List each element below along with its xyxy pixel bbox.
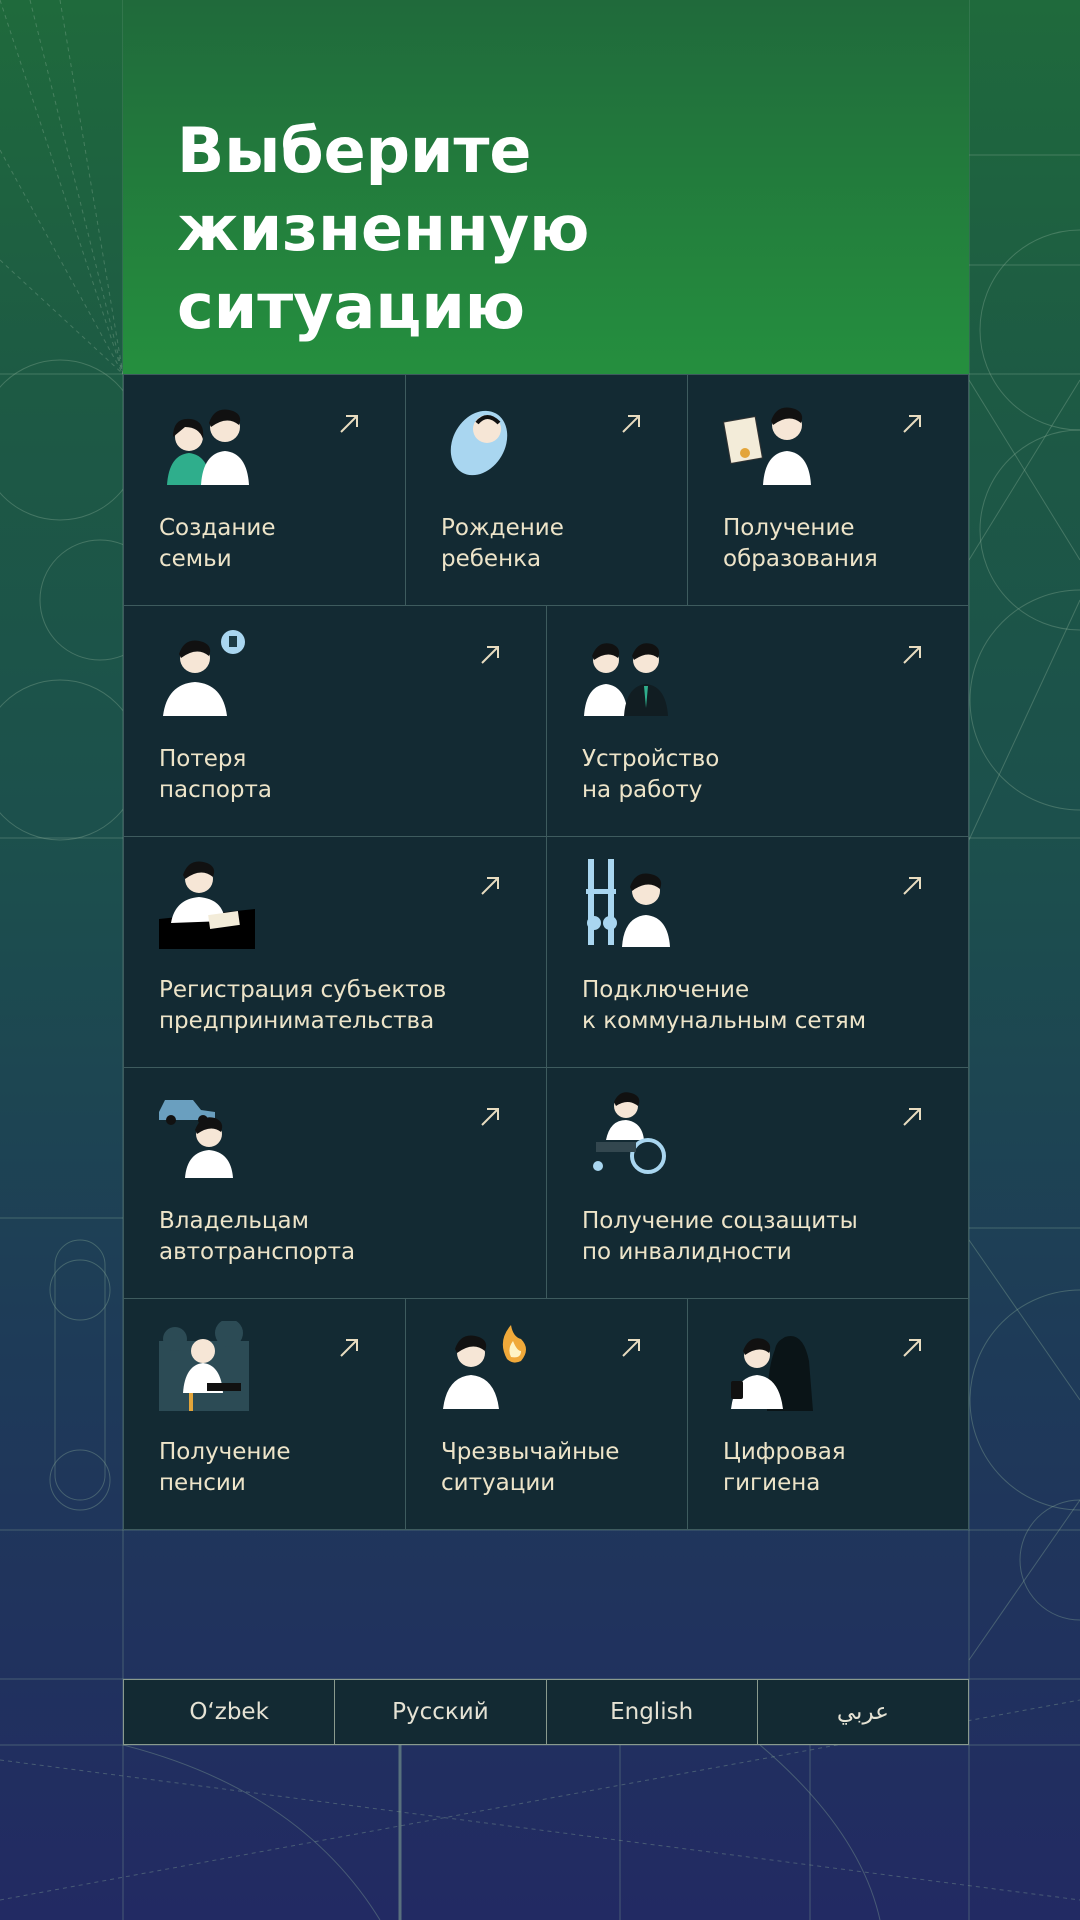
situation-label: Рождение ребенка (441, 515, 564, 572)
arrow-up-right-icon (903, 646, 921, 664)
page-title-line-1: Выберите (177, 114, 532, 187)
arrow-up-right-icon (340, 415, 358, 433)
pensioner-icon (159, 1321, 249, 1411)
handshake-icon (584, 643, 668, 716)
arrow-up-right-icon (622, 1339, 640, 1357)
emergency-fire-icon (443, 1325, 526, 1409)
language-english-button[interactable]: English (547, 1680, 758, 1744)
situation-label: Цифровая гигиена (723, 1439, 846, 1496)
page-title-line-2: жизненную ситуацию (177, 192, 590, 343)
car-owner-icon (159, 1100, 233, 1178)
situation-label: Подключение к коммунальным сетям (582, 977, 867, 1034)
arrow-up-right-icon (481, 646, 499, 664)
situation-tile-pension[interactable]: Получение пенсии (123, 1298, 406, 1530)
family-couple-icon (167, 409, 249, 485)
situation-tile-emergency[interactable]: Чрезвычайные ситуации (405, 1298, 688, 1530)
utility-pipes-icon (586, 859, 670, 947)
arrow-up-right-icon (903, 415, 921, 433)
situation-tile-employment[interactable]: Устройство на работу (546, 605, 969, 837)
arrow-up-right-icon (481, 1108, 499, 1126)
language-arabic-button[interactable]: عربي (758, 1680, 968, 1744)
page-title: Выберите жизненную ситуацию (177, 112, 957, 346)
situation-label: Чрезвычайные ситуации (441, 1439, 620, 1496)
arrow-up-right-icon (903, 1108, 921, 1126)
situation-tile-utilities[interactable]: Подключение к коммунальным сетям (546, 836, 969, 1068)
situation-tile-education[interactable]: Получение образования (687, 374, 969, 606)
situation-label: Получение соцзащиты по инвалидности (582, 1208, 858, 1265)
arrow-up-right-icon (340, 1339, 358, 1357)
situation-tile-business-registration[interactable]: Регистрация субъектов предпринимательств… (123, 836, 547, 1068)
language-russian-button[interactable]: Русский (335, 1680, 547, 1744)
situation-tile-digital-hygiene[interactable]: Цифровая гигиена (687, 1298, 969, 1530)
arrow-up-right-icon (903, 1339, 921, 1357)
situation-label: Потеря паспорта (159, 746, 272, 803)
situation-label: Устройство на работу (582, 746, 720, 803)
situation-label: Владельцам автотранспорта (159, 1208, 356, 1265)
situation-tile-lost-passport[interactable]: Потеря паспорта (123, 605, 547, 837)
situation-label: Регистрация субъектов предпринимательств… (159, 977, 447, 1034)
language-uzbek-button[interactable]: O‘zbek (124, 1680, 336, 1744)
arrow-up-right-icon (622, 415, 640, 433)
situation-tile-disability-support[interactable]: Получение соцзащиты по инвалидности (546, 1067, 969, 1299)
language-switcher: O‘zbek Русский English عربي (123, 1679, 969, 1745)
situation-tile-vehicle-owners[interactable]: Владельцам автотранспорта (123, 1067, 547, 1299)
situation-label: Получение пенсии (159, 1439, 291, 1496)
situation-tile-childbirth[interactable]: Рождение ребенка (405, 374, 688, 606)
lost-passport-icon (163, 630, 245, 716)
arrow-up-right-icon (481, 877, 499, 895)
diploma-icon (723, 407, 811, 485)
baby-icon (450, 410, 508, 476)
situation-label: Создание семьи (159, 515, 276, 572)
situation-label: Получение образования (723, 515, 878, 572)
digital-hygiene-icon (731, 1336, 813, 1411)
wheelchair-icon (593, 1092, 666, 1174)
arrow-up-right-icon (903, 877, 921, 895)
situation-tile-family[interactable]: Создание семьи (123, 374, 406, 606)
signing-document-icon (159, 861, 255, 949)
